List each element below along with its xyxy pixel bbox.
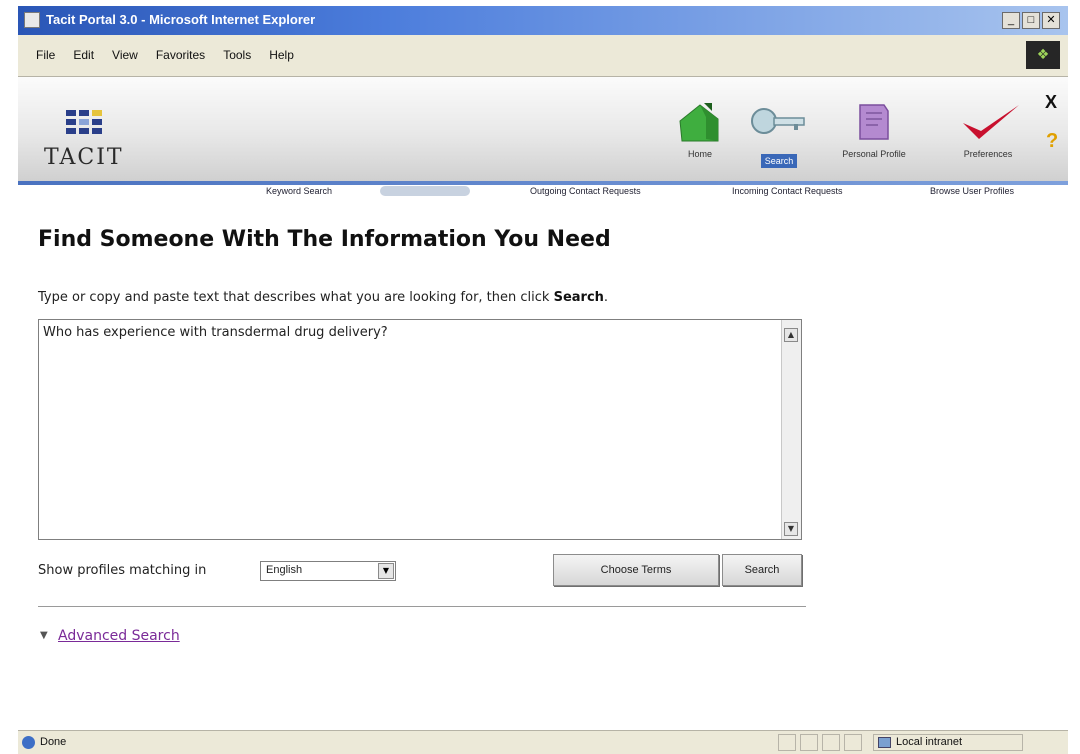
nav-preferences[interactable]: Preferences: [945, 99, 1031, 159]
minimize-button[interactable]: _: [1002, 12, 1020, 29]
page-title: Find Someone With The Information You Ne…: [38, 227, 611, 252]
instruction-text: Type or copy and paste text that describ…: [38, 290, 608, 305]
maximize-button[interactable]: □: [1022, 12, 1040, 29]
subnav-rule: [18, 181, 1068, 185]
query-text: Who has experience with transdermal drug…: [43, 325, 388, 340]
nav-personal-profile[interactable]: Personal Profile: [822, 99, 926, 159]
windows-flag-icon: ❖: [1026, 41, 1060, 69]
choose-terms-button[interactable]: Choose Terms: [553, 554, 719, 586]
section-divider: [38, 606, 806, 607]
status-text: Done: [40, 736, 67, 748]
menu-view[interactable]: View: [112, 48, 138, 62]
key-icon: [751, 108, 805, 134]
close-window-button[interactable]: ✕: [1042, 12, 1060, 29]
help-icon[interactable]: ?: [1046, 130, 1058, 153]
home-icon: [679, 103, 719, 142]
subnav-keyword-search[interactable]: Keyword Search: [266, 186, 332, 196]
nav-search-label: Search: [760, 154, 798, 168]
menu-help[interactable]: Help: [269, 48, 294, 62]
nav-preferences-label: Preferences: [963, 149, 1013, 159]
menu-tools[interactable]: Tools: [223, 48, 251, 62]
menu-favorites[interactable]: Favorites: [156, 48, 205, 62]
scroll-up-icon[interactable]: ▲: [784, 328, 798, 342]
show-profiles-label: Show profiles matching in: [38, 563, 207, 578]
search-button[interactable]: Search: [722, 554, 802, 586]
profile-document-icon: [859, 104, 889, 140]
subnav-search-by-example[interactable]: Search by Example: [380, 186, 471, 196]
zone-text: Local intranet: [896, 736, 963, 748]
subnav-browse-profiles[interactable]: Browse User Profiles: [930, 186, 1014, 196]
window-title: Tacit Portal 3.0 - Microsoft Internet Ex…: [46, 12, 316, 27]
query-scrollbar[interactable]: ▲ ▼: [781, 320, 801, 539]
disclosure-triangle-icon[interactable]: ▼: [40, 630, 48, 641]
nav-home[interactable]: Home: [672, 99, 728, 159]
language-select[interactable]: English ▼: [260, 561, 396, 581]
page-done-icon: [22, 736, 35, 749]
subnav-incoming-requests[interactable]: Incoming Contact Requests: [732, 186, 843, 196]
nav-home-label: Home: [687, 149, 712, 159]
security-zone: Local intranet: [873, 734, 1023, 751]
language-value: English: [266, 564, 303, 576]
status-segment: [778, 734, 796, 751]
window-titlebar: Tacit Portal 3.0 - Microsoft Internet Ex…: [18, 6, 1068, 35]
instruction-bold: Search: [553, 290, 604, 305]
tacit-logo-icon: [66, 110, 102, 134]
scroll-down-icon[interactable]: ▼: [784, 522, 798, 536]
intranet-icon: [878, 737, 891, 748]
subnav-outgoing-requests[interactable]: Outgoing Contact Requests: [530, 186, 641, 196]
instruction-main: Type or copy and paste text that describ…: [38, 290, 554, 305]
close-portal-icon[interactable]: X: [1045, 92, 1057, 113]
nav-search[interactable]: Search: [748, 99, 810, 168]
chevron-down-icon[interactable]: ▼: [378, 563, 394, 579]
advanced-search-link[interactable]: Advanced Search: [58, 628, 180, 644]
instruction-end: .: [603, 290, 609, 305]
query-textarea[interactable]: Who has experience with transdermal drug…: [38, 319, 802, 540]
ie-page-icon: [24, 12, 40, 28]
menu-bar: File Edit View Favorites Tools Help ❖: [18, 35, 1068, 77]
window-controls: _ □ ✕: [1002, 12, 1060, 29]
status-bar: Done Local intranet: [18, 730, 1068, 754]
checkmark-icon: [963, 105, 1019, 139]
menu-file[interactable]: File: [36, 48, 55, 62]
status-segment: [822, 734, 840, 751]
nav-profile-label: Personal Profile: [842, 149, 906, 159]
menu-edit[interactable]: Edit: [73, 48, 94, 62]
status-segment: [800, 734, 818, 751]
tacit-logo-text: TACIT: [44, 145, 124, 170]
status-segment: [844, 734, 862, 751]
